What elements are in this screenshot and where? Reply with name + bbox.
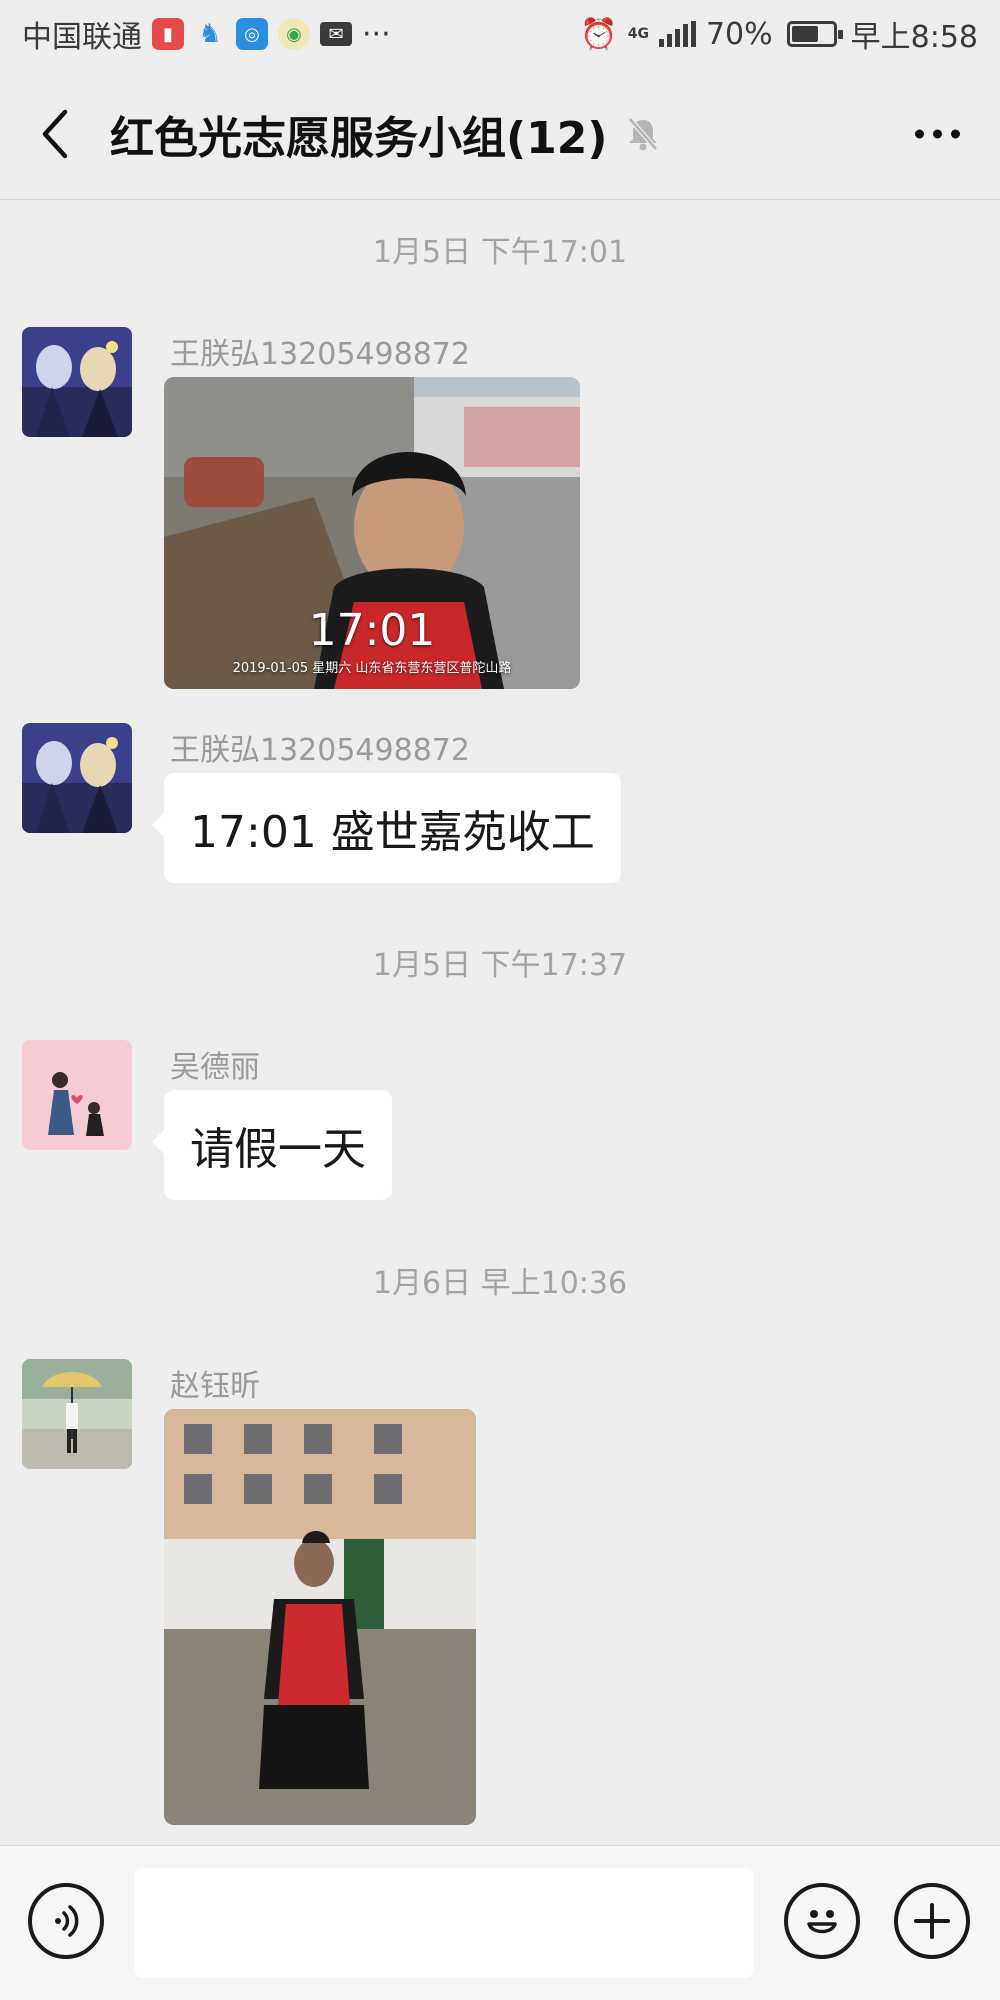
message-input[interactable] — [134, 1868, 754, 1978]
voice-icon — [55, 1905, 79, 1937]
signal-icon — [658, 21, 696, 47]
book-app-icon: ▮ — [152, 18, 184, 50]
timestamp: 1月5日 下午17:01 — [372, 235, 628, 270]
umbrella-avatar-icon — [22, 1359, 132, 1469]
emoji-button[interactable] — [784, 1883, 860, 1959]
chat-list[interactable]: 1月5日 下午17:01 王朕弘13205498872 17:01 2019-0… — [0, 200, 1000, 1845]
clock: 早上8:58 — [850, 20, 978, 55]
status-left: 中国联通 ▮ ♞ ◎ ◉ ✉ ··· — [22, 12, 391, 56]
qq-icon: ♞ — [198, 19, 222, 49]
avatar[interactable] — [22, 723, 132, 833]
voice-button[interactable] — [28, 1883, 104, 1959]
more-dots-icon — [915, 129, 924, 138]
timestamp: 1月5日 下午17:37 — [372, 948, 628, 983]
chat-title: 红色光志愿服务小组(12) — [110, 112, 608, 164]
message-item: 吴德丽 请假一天 — [22, 1040, 962, 1210]
plus-icon — [914, 1903, 950, 1939]
emoji-icon — [807, 1910, 837, 1934]
anime-avatar-icon — [22, 327, 132, 437]
battery-fill — [791, 26, 819, 42]
status-right: ⏰ 4G 70% 早上8:58 — [580, 12, 978, 56]
avatar[interactable] — [22, 327, 132, 437]
sender-name: 王朕弘13205498872 — [170, 733, 470, 768]
avatar[interactable] — [22, 1040, 132, 1150]
more-notifications-icon: ··· — [362, 16, 391, 52]
volunteer-photo — [164, 1409, 476, 1825]
sender-name: 赵钰昕 — [170, 1369, 260, 1404]
mail-icon: ✉ — [320, 22, 352, 46]
message-item: 王朕弘13205498872 17:01 盛世嘉苑收工 — [22, 723, 962, 893]
more-button[interactable] — [915, 129, 960, 138]
mute-bell-icon — [628, 116, 659, 151]
text-bubble[interactable]: 17:01 盛世嘉苑收工 — [152, 773, 621, 883]
browser-icon: ◎ — [236, 18, 268, 50]
sender-name: 吴德丽 — [170, 1050, 260, 1085]
image-message[interactable]: 17:01 2019-01-05 星期六 山东省东营东营区普陀山路 — [164, 377, 580, 689]
more-dot — [951, 129, 960, 138]
battery-icon — [786, 21, 843, 47]
timestamp: 1月6日 早上10:36 — [372, 1266, 628, 1301]
network-label: 4G — [627, 26, 649, 42]
photo-watermark-time: 17:01 — [308, 605, 436, 656]
status-bar: 中国联通 ▮ ♞ ◎ ◉ ✉ ··· ⏰ 4G 70% 早上8:58 — [0, 0, 1000, 68]
back-arrow-icon — [42, 109, 68, 158]
input-bar — [0, 1845, 1000, 2000]
anime-avatar-icon — [22, 723, 132, 833]
back-button[interactable] — [0, 68, 110, 199]
more-dot — [933, 129, 942, 138]
alarm-icon: ⏰ — [580, 16, 618, 52]
avatar[interactable] — [22, 1359, 132, 1469]
text-bubble[interactable]: 请假一天 — [152, 1090, 392, 1200]
nav-bar: 红色光志愿服务小组(12) — [0, 68, 1000, 200]
message-item: 王朕弘13205498872 17:01 2019-01-05 星期六 山东省东… — [22, 327, 962, 689]
battery-percent: 70% — [705, 16, 773, 52]
carrier-label: 中国联通 — [22, 20, 142, 55]
green-app-icon: ◉ — [278, 18, 310, 50]
couple-illustration-avatar-icon — [22, 1040, 132, 1150]
more-functions-button[interactable] — [894, 1883, 970, 1959]
photo-watermark-info: 2019-01-05 星期六 山东省东营东营区普陀山路 — [232, 661, 512, 676]
image-message[interactable] — [164, 1409, 476, 1825]
sender-name: 王朕弘13205498872 — [170, 337, 470, 372]
message-item: 赵钰昕 — [22, 1359, 962, 1839]
